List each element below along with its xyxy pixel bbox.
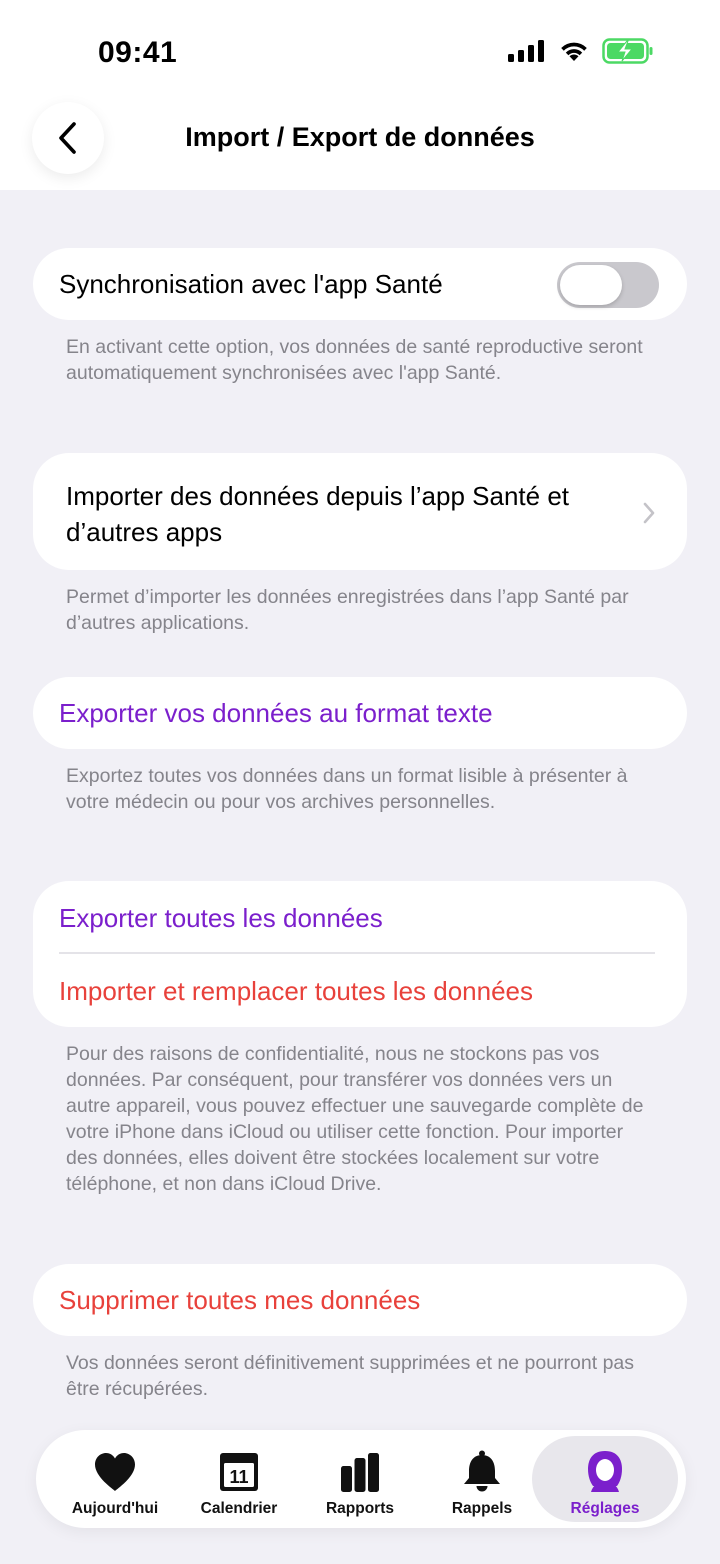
tab-today[interactable]: Aujourd'hui [54, 1430, 176, 1528]
tab-settings[interactable]: Réglages [532, 1436, 678, 1522]
calendar-icon: 11 [220, 1453, 258, 1491]
health-sync-toggle[interactable] [557, 262, 659, 308]
tab-reports[interactable]: Rapports [300, 1430, 420, 1528]
person-icon [588, 1451, 622, 1492]
top-bar: 09:41 Import / Export de données [0, 0, 720, 190]
tab-reminders[interactable]: Rappels [422, 1430, 542, 1528]
chevron-right-icon [643, 502, 655, 524]
wifi-icon [561, 42, 587, 61]
bell-icon [464, 1450, 500, 1492]
status-icons [508, 38, 654, 64]
tab-today-label: Aujourd'hui [71, 1500, 159, 1517]
export-all-button[interactable]: Exporter toutes les données [59, 900, 383, 936]
import-health-note: Permet d’importer les données enregistré… [66, 586, 629, 634]
backup-card: Exporter toutes les données Importer et … [33, 881, 687, 1027]
cellular-signal-icon [508, 40, 544, 62]
backup-note: Pour des raisons de confidentialité, nou… [66, 1043, 644, 1195]
page-title: Import / Export de données [185, 122, 535, 152]
delete-note: Vos données seront définitivement suppri… [66, 1352, 635, 1400]
tab-settings-label: Réglages [570, 1500, 640, 1517]
export-text-row[interactable]: Exporter vos données au format texte [33, 677, 687, 749]
heart-icon [95, 1453, 135, 1491]
tab-calendar-label: Calendrier [200, 1500, 278, 1517]
tab-reports-label: Rapports [325, 1500, 395, 1517]
health-sync-card: Synchronisation avec l'app Santé [33, 248, 687, 320]
screen: 09:41 Import / Export de données Synchro… [0, 0, 720, 1564]
export-text-label: Exporter vos données au format texte [59, 698, 493, 728]
delete-all-label: Supprimer toutes mes données [59, 1285, 421, 1315]
tab-reminders-label: Rappels [451, 1500, 513, 1517]
status-time: 09:41 [98, 36, 178, 69]
divider [59, 952, 655, 954]
calendar-day-number: 11 [229, 1467, 248, 1487]
import-health-row[interactable]: Importer des données depuis l’app Santé … [33, 453, 687, 570]
tab-calendar[interactable]: 11 Calendrier [178, 1430, 300, 1528]
health-sync-label: Synchronisation avec l'app Santé [59, 269, 443, 299]
delete-all-row[interactable]: Supprimer toutes mes données [33, 1264, 687, 1336]
import-replace-button[interactable]: Importer et remplacer toutes les données [59, 973, 533, 1009]
import-health-label: Importer des données depuis l’app Santé … [66, 481, 570, 547]
export-text-note: Exportez toutes vos données dans un form… [66, 765, 628, 813]
bar-chart-icon [341, 1453, 379, 1492]
toggle-knob [560, 265, 622, 305]
tab-bar: Aujourd'hui 11 Calendrier Rapports Rappe… [36, 1430, 686, 1528]
battery-charging-icon [602, 38, 653, 64]
health-sync-note: En activant cette option, vos données de… [66, 336, 643, 384]
